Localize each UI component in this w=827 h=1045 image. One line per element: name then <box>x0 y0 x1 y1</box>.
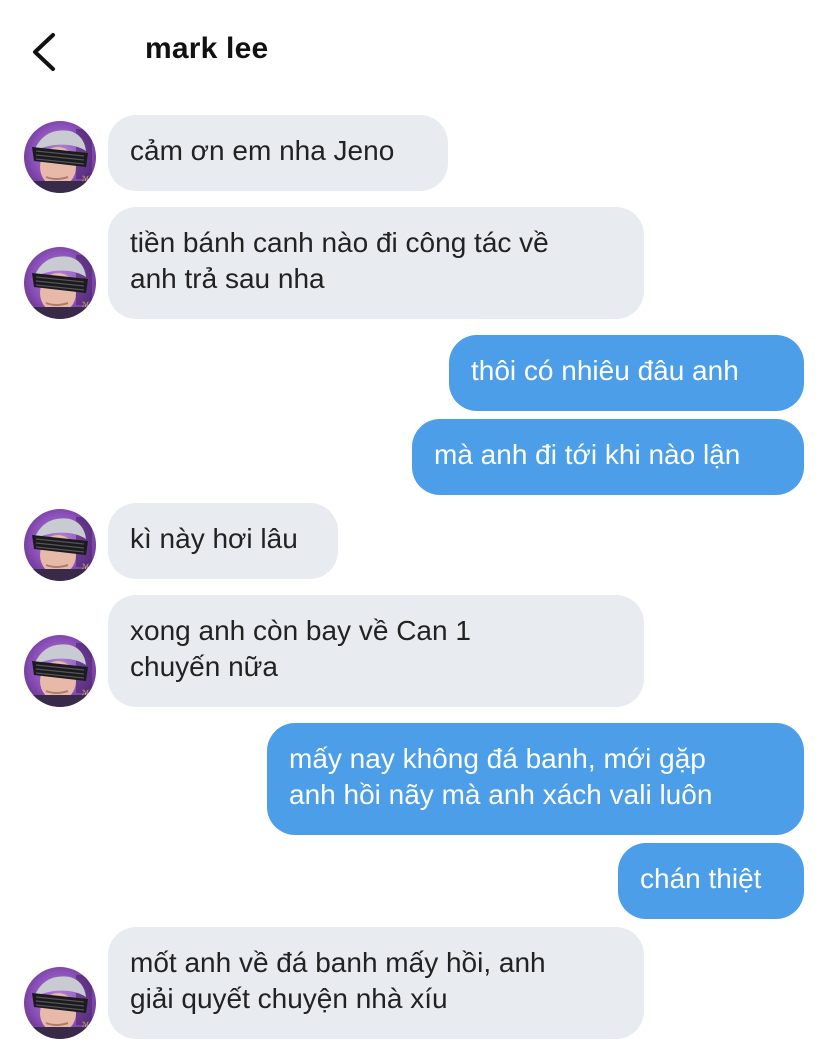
avatar-image: ℳ <box>24 635 96 707</box>
avatar-image: ℳ <box>24 509 96 581</box>
incoming-message-bubble[interactable]: tiền bánh canh nào đi công tác về anh trả… <box>108 207 644 319</box>
message-text-line: giải quyết chuyện nhà xíu <box>130 983 448 1014</box>
back-button[interactable] <box>22 28 66 76</box>
chevron-left-icon <box>33 33 55 71</box>
svg-text:ℳ: ℳ <box>82 689 90 697</box>
svg-text:ℳ: ℳ <box>82 563 90 571</box>
message-text-line: chán thiệt <box>640 863 762 894</box>
svg-text:ℳ: ℳ <box>82 301 90 309</box>
svg-text:ℳ: ℳ <box>82 1021 90 1029</box>
message-text-line: cảm ơn em nha Jeno <box>130 135 395 166</box>
message-text-line: mấy nay không đá banh, mới gặp <box>289 743 706 774</box>
svg-text:ℳ: ℳ <box>82 175 90 183</box>
incoming-message-bubble[interactable]: cảm ơn em nha Jeno <box>108 115 448 191</box>
avatar[interactable]: ℳ <box>24 967 96 1039</box>
outgoing-message-bubble[interactable]: thôi có nhiêu đâu anh <box>449 335 804 411</box>
outgoing-message-bubble[interactable]: mà anh đi tới khi nào lận <box>412 419 804 495</box>
message-text-line: thôi có nhiêu đâu anh <box>471 355 739 386</box>
avatar[interactable]: ℳ <box>24 247 96 319</box>
message-text-line: chuyến nữa <box>130 651 278 682</box>
contact-name[interactable]: mark lee <box>145 32 268 66</box>
avatar[interactable]: ℳ <box>24 121 96 193</box>
avatar[interactable]: ℳ <box>24 509 96 581</box>
incoming-message-bubble[interactable]: xong anh còn bay về Can 1 chuyến nữa <box>108 595 644 707</box>
incoming-message-bubble[interactable]: mốt anh về đá banh mấy hồi, anh giải quyế… <box>108 927 644 1039</box>
avatar-image: ℳ <box>24 247 96 319</box>
avatar[interactable]: ℳ <box>24 635 96 707</box>
incoming-message-bubble[interactable]: kì này hơi lâu <box>108 503 338 579</box>
message-text-line: kì này hơi lâu <box>130 523 298 554</box>
message-text-line: anh hồi nãy mà anh xách vali luôn <box>289 779 713 810</box>
avatar-image: ℳ <box>24 121 96 193</box>
message-text-line: anh trả sau nha <box>130 263 325 294</box>
outgoing-message-bubble[interactable]: mấy nay không đá banh, mới gặp anh hồi nã… <box>267 723 804 835</box>
chat-header: mark lee <box>0 0 827 100</box>
message-text-line: tiền bánh canh nào đi công tác về <box>130 227 549 258</box>
message-text-line: xong anh còn bay về Can 1 <box>130 615 471 646</box>
message-text-line: mà anh đi tới khi nào lận <box>434 439 741 470</box>
message-text-line: mốt anh về đá banh mấy hồi, anh <box>130 947 546 978</box>
outgoing-message-bubble[interactable]: chán thiệt <box>618 843 804 919</box>
avatar-image: ℳ <box>24 967 96 1039</box>
